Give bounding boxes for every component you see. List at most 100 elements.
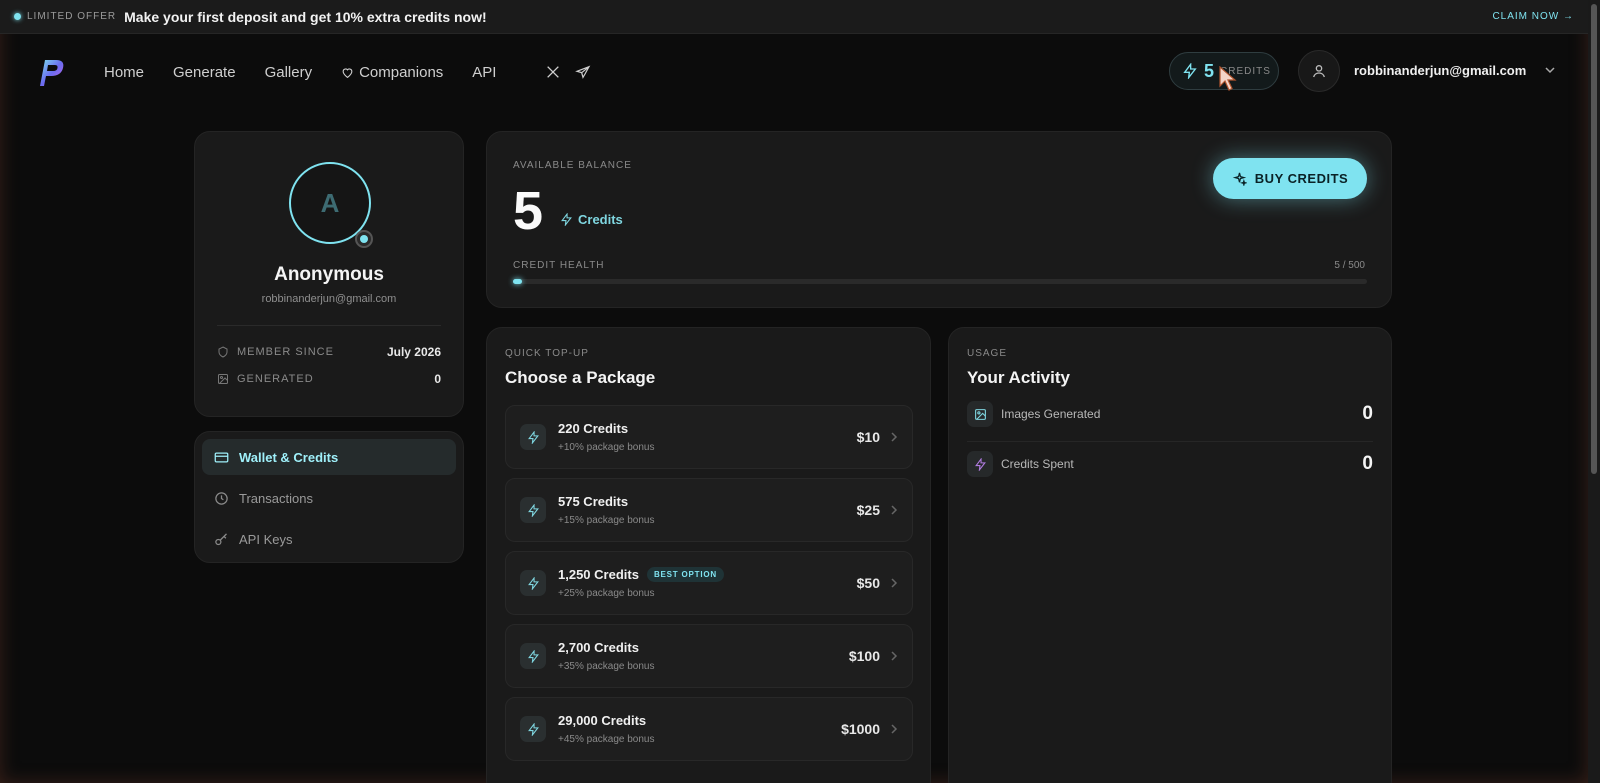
profile-name: Anonymous bbox=[274, 264, 384, 285]
promo-tag: LIMITED OFFER bbox=[27, 11, 117, 22]
credit-health-fill bbox=[513, 279, 522, 284]
page-scrollbar[interactable] bbox=[1588, 0, 1600, 783]
menu-item-transactions[interactable]: Transactions bbox=[202, 480, 456, 516]
package-row[interactable]: 220 Credits +10% package bonus $10 bbox=[505, 405, 913, 469]
chevron-right-icon bbox=[891, 651, 898, 661]
chevron-right-icon bbox=[891, 432, 898, 442]
package-name-wrap: 1,250 Credits BEST OPTION bbox=[558, 567, 724, 582]
package-row[interactable]: 29,000 Credits +45% package bonus $1000 bbox=[505, 697, 913, 761]
scrollbar-thumb[interactable] bbox=[1591, 4, 1597, 474]
bolt-icon bbox=[520, 497, 546, 523]
package-info: 220 Credits +10% package bonus bbox=[558, 421, 654, 453]
bolt-icon bbox=[1183, 63, 1197, 79]
activity-label: Credits Spent bbox=[1001, 457, 1074, 471]
status-dot bbox=[14, 13, 21, 20]
user-email[interactable]: robbinanderjun@gmail.com bbox=[1354, 63, 1526, 78]
package-bonus: +35% package bonus bbox=[558, 661, 655, 672]
package-bonus: +10% package bonus bbox=[558, 442, 655, 453]
package-name-wrap: 2,700 Credits bbox=[558, 640, 654, 655]
package-name: 1,250 Credits bbox=[558, 567, 639, 582]
credit-health-text: 5 / 500 bbox=[1334, 260, 1365, 271]
image-icon bbox=[967, 401, 993, 427]
activity-value: 0 bbox=[1362, 403, 1373, 424]
package-row[interactable]: 575 Credits +15% package bonus $25 bbox=[505, 478, 913, 542]
activity-value: 0 bbox=[1362, 453, 1373, 474]
package-price: $10 bbox=[856, 429, 880, 445]
packages-card: QUICK TOP-UP Choose a Package 220 Credit… bbox=[486, 327, 931, 783]
credit-health-bar bbox=[513, 279, 1367, 284]
package-name-wrap: 575 Credits bbox=[558, 494, 654, 509]
divider bbox=[967, 441, 1373, 442]
image-icon bbox=[218, 374, 228, 384]
package-info: 2,700 Credits +35% package bonus bbox=[558, 640, 654, 672]
bolt-icon bbox=[967, 451, 993, 477]
promo-bar: LIMITED OFFER Make your first deposit an… bbox=[0, 0, 1588, 34]
package-row[interactable]: 1,250 Credits BEST OPTION +25% package bon… bbox=[505, 551, 913, 615]
account-menu: Wallet & Credits Transactions API Keys bbox=[194, 431, 464, 563]
package-bonus: +45% package bonus bbox=[558, 734, 655, 745]
nav-home[interactable]: Home bbox=[104, 64, 144, 81]
telegram-icon[interactable] bbox=[575, 64, 591, 80]
activity-label: Images Generated bbox=[1001, 407, 1101, 421]
balance-unit: Credits bbox=[560, 212, 623, 227]
packages-eyebrow: QUICK TOP-UP bbox=[505, 348, 589, 359]
package-name-wrap: 29,000 Credits bbox=[558, 713, 654, 728]
package-row[interactable]: 2,700 Credits +35% package bonus $100 bbox=[505, 624, 913, 688]
balance-value: 5 bbox=[513, 181, 544, 241]
package-name: 29,000 Credits bbox=[558, 713, 647, 728]
logo-icon[interactable] bbox=[32, 54, 68, 90]
activity-row-images: Images Generated 0 bbox=[967, 396, 1373, 432]
nav-generate[interactable]: Generate bbox=[173, 64, 236, 81]
menu-item-label: Transactions bbox=[239, 490, 313, 506]
stat-label: GENERATED bbox=[237, 373, 314, 385]
menu-item-wallet[interactable]: Wallet & Credits bbox=[202, 439, 456, 475]
balance-label: AVAILABLE BALANCE bbox=[513, 160, 632, 171]
shield-icon bbox=[218, 346, 228, 358]
package-info: 1,250 Credits BEST OPTION +25% package bon… bbox=[558, 567, 724, 599]
mouse-cursor bbox=[1219, 66, 1237, 91]
user-icon bbox=[1313, 65, 1325, 78]
promo-message: Make your first deposit and get 10% extr… bbox=[124, 8, 487, 25]
key-icon bbox=[215, 532, 227, 545]
package-price: $100 bbox=[848, 648, 880, 664]
package-price: $1000 bbox=[841, 721, 880, 737]
stat-label: MEMBER SINCE bbox=[237, 346, 334, 358]
nav-gallery[interactable]: Gallery bbox=[265, 64, 313, 81]
package-bonus: +25% package bonus bbox=[558, 588, 655, 599]
nav-api[interactable]: API bbox=[472, 64, 496, 81]
activity-row-credits-spent: Credits Spent 0 bbox=[967, 446, 1373, 482]
menu-item-api-keys[interactable]: API Keys bbox=[202, 521, 456, 557]
activity-card: USAGE Your Activity Images Generated 0 C… bbox=[948, 327, 1392, 783]
chevron-down-icon[interactable] bbox=[1544, 64, 1556, 76]
nav-companions[interactable]: Companions bbox=[341, 64, 443, 81]
clock-icon bbox=[215, 491, 228, 505]
package-name: 2,700 Credits bbox=[558, 640, 639, 655]
best-option-badge: BEST OPTION bbox=[646, 567, 724, 582]
stat-value: 0 bbox=[434, 372, 441, 386]
x-twitter-icon[interactable] bbox=[545, 64, 561, 80]
wallet-icon bbox=[214, 452, 229, 462]
package-price: $25 bbox=[856, 502, 880, 518]
package-name: 220 Credits bbox=[558, 421, 629, 436]
package-info: 29,000 Credits +45% package bonus bbox=[558, 713, 654, 745]
top-nav: Home Generate Gallery Companions API 5 C… bbox=[0, 34, 1588, 110]
bolt-icon bbox=[520, 570, 546, 596]
buy-credits-button[interactable]: BUY CREDITS bbox=[1213, 158, 1367, 199]
bolt-icon bbox=[561, 213, 572, 226]
sparkle-icon bbox=[1232, 172, 1247, 186]
stat-member-since: MEMBER SINCE July 2026 bbox=[217, 345, 441, 359]
activity-title: Your Activity bbox=[967, 368, 1070, 387]
stat-generated: GENERATED 0 bbox=[217, 372, 441, 386]
chevron-right-icon bbox=[891, 578, 898, 588]
credits-pill-value: 5 bbox=[1204, 60, 1215, 81]
credit-health-label: CREDIT HEALTH bbox=[513, 260, 605, 271]
page-frame: LIMITED OFFER Make your first deposit an… bbox=[0, 0, 1588, 783]
stat-value: July 2026 bbox=[386, 345, 441, 359]
online-status-indicator bbox=[355, 230, 373, 248]
claim-now-link[interactable]: CLAIM NOW → bbox=[1492, 11, 1574, 22]
bolt-icon bbox=[520, 716, 546, 742]
package-name-wrap: 220 Credits bbox=[558, 421, 654, 436]
packages-title: Choose a Package bbox=[505, 368, 656, 387]
user-avatar[interactable] bbox=[1298, 50, 1340, 92]
nav-companions-label: Companions bbox=[359, 63, 444, 81]
